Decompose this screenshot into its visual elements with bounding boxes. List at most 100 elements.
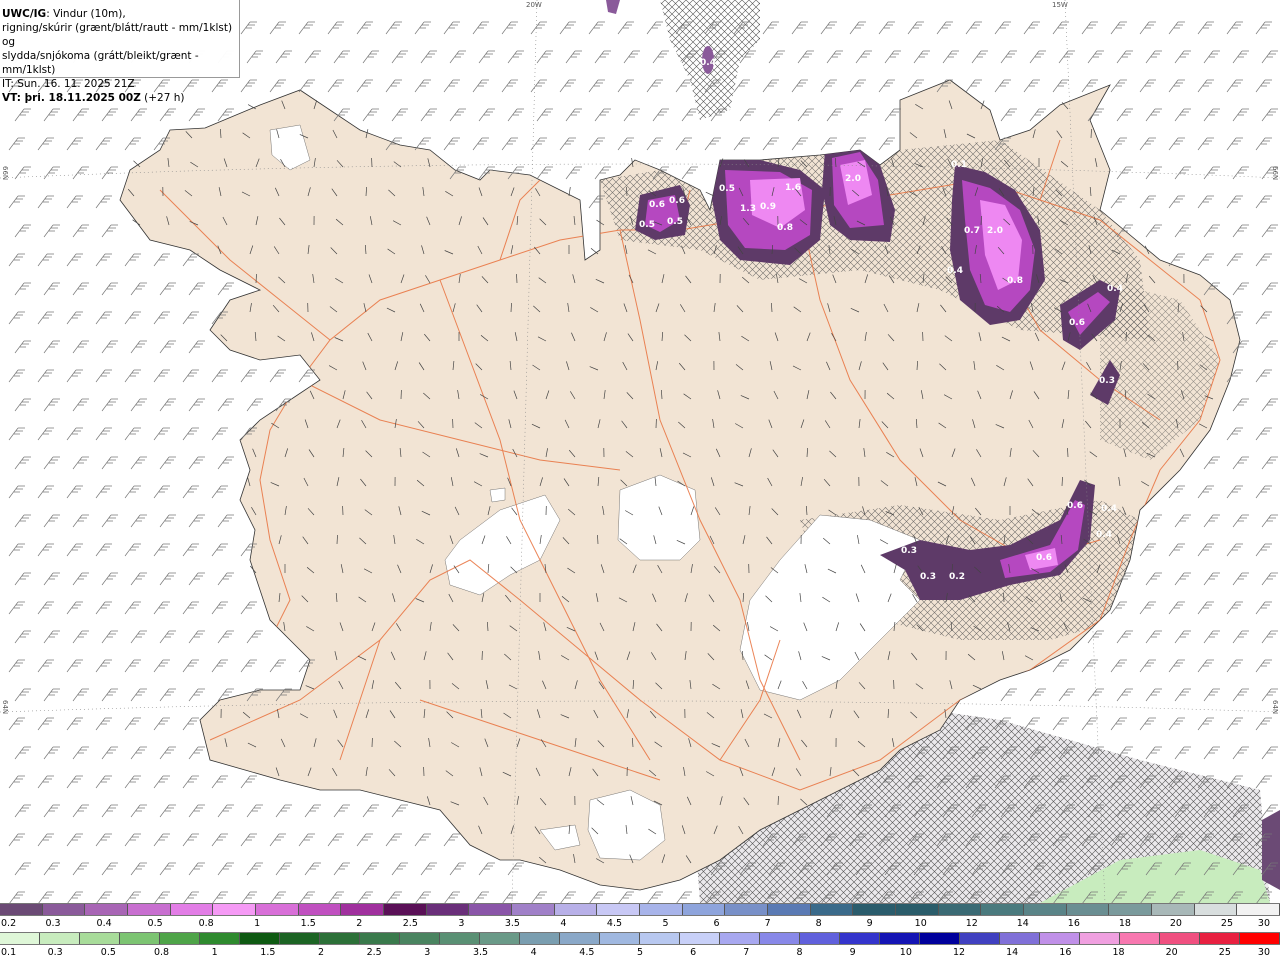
- scale-swatch: [640, 904, 683, 915]
- precip-value-label: 0.4: [1101, 504, 1117, 514]
- forecast-offset: (+27 h): [144, 92, 185, 104]
- scale-swatch: [1120, 933, 1160, 944]
- precip-value-label: 0.8: [777, 223, 793, 233]
- precip-value-label: 0.6: [669, 196, 685, 206]
- scale-label: 1.5: [260, 947, 276, 958]
- scale-label: 4: [560, 918, 567, 929]
- precip-value-label: 0.9: [760, 202, 776, 212]
- scale-label: 18: [1112, 947, 1125, 958]
- wind-barb: [1090, 128, 1092, 139]
- wind-barb: [777, 795, 779, 806]
- snow-color-scale: [0, 903, 1280, 916]
- scale-swatch: [426, 904, 470, 915]
- scale-swatch: [1109, 904, 1153, 915]
- valid-time: VT: þri. 18.11.2025 00Z: [2, 92, 141, 104]
- scale-swatch: [42, 904, 86, 915]
- scale-swatch: [597, 904, 641, 915]
- scale-swatch: [680, 933, 720, 944]
- scale-swatch: [298, 904, 342, 915]
- scale-swatch: [1024, 904, 1067, 915]
- lat-label-64n-right: 64N: [1271, 700, 1279, 715]
- scale-swatch: [554, 904, 598, 915]
- rain-scale-labels: 0.1 0.3 0.5 0.8 1 1.5 2 2.5 3 3.5 4 4.5 5 6 7 8 9 10 12 14 1…: [0, 947, 1280, 959]
- scale-label: 0.5: [147, 918, 163, 929]
- scale-swatch: [1194, 904, 1238, 915]
- scale-label: 14: [1006, 947, 1019, 958]
- scale-swatch: [960, 933, 1000, 944]
- scale-swatch: [640, 933, 680, 944]
- scale-label: 4.5: [606, 918, 623, 929]
- scale-label: 0.1: [1, 947, 17, 958]
- precip-value-label: 0.3: [901, 546, 917, 556]
- scale-swatch: [560, 933, 600, 944]
- scale-swatch: [1040, 933, 1080, 944]
- scale-label: 0.4: [96, 918, 112, 929]
- scale-swatch: [160, 933, 200, 944]
- precip-value-label: 0.5: [639, 220, 655, 230]
- scale-swatch: [40, 933, 80, 944]
- scale-swatch: [0, 933, 40, 944]
- wind-barb: [1061, 476, 1063, 487]
- scale-label: 0.2: [1, 918, 17, 929]
- scale-label: 9: [849, 947, 856, 958]
- title-line-2: rigning/skúrir (grænt/blátt/rautt - mm/1…: [2, 22, 233, 48]
- init-time: IT: Sun. 16. 11. 2025 21Z: [2, 78, 135, 90]
- scale-label: 5: [662, 918, 669, 929]
- title-line-1: UWC/IG: Vindur (10m),: [2, 7, 237, 21]
- scale-swatch: [85, 904, 129, 915]
- scale-label: 12: [952, 947, 966, 958]
- scale-label: 1.5: [300, 918, 316, 929]
- scale-swatch: [440, 933, 480, 944]
- scale-label: 3: [458, 918, 465, 929]
- model-name: UWC/IG: [2, 8, 47, 20]
- title-rest: : Vindur (10m),: [46, 8, 126, 20]
- scale-swatch: [400, 933, 440, 944]
- precip-value-label: 1.6: [785, 183, 801, 193]
- scale-swatch: [360, 933, 400, 944]
- precip-value-label: 2.0: [987, 226, 1003, 236]
- scale-swatch: [384, 904, 427, 915]
- scale-swatch: [981, 904, 1025, 915]
- scale-swatch: [213, 904, 257, 915]
- precip-value-label: 0.4: [947, 266, 963, 276]
- title-line-3: slydda/snjókoma (grátt/bleikt/grænt - mm…: [2, 50, 199, 76]
- precip-value-label: 1.3: [740, 204, 756, 214]
- scale-label: 4: [530, 947, 537, 958]
- scale-label: 9: [866, 918, 873, 929]
- scale-label: 25: [1218, 947, 1231, 958]
- wind-barb: [510, 302, 512, 313]
- lon-label-15w: 15W: [1052, 1, 1068, 9]
- scale-label: 1: [254, 918, 261, 929]
- precip-value-label: 0.1: [951, 160, 967, 170]
- scale-label: 2: [356, 918, 363, 929]
- scale-swatch: [725, 904, 769, 915]
- scale-swatch: [280, 933, 320, 944]
- precip-value-label: 0.4: [1107, 284, 1123, 294]
- scale-swatch: [1200, 933, 1240, 944]
- scale-label: 16: [1059, 947, 1072, 958]
- scale-label: 7: [764, 918, 771, 929]
- wind-barb: [980, 215, 982, 226]
- scale-label: 7: [743, 947, 750, 958]
- scale-label: 8: [796, 947, 803, 958]
- wind-barb: [597, 534, 599, 545]
- scale-swatch: [341, 904, 385, 915]
- scale-swatch: [682, 904, 726, 915]
- scale-swatch: [120, 933, 160, 944]
- scale-swatch: [896, 904, 939, 915]
- precip-value-label: 0.7: [964, 226, 980, 236]
- scale-swatch: [469, 904, 513, 915]
- scale-label: 10: [914, 918, 927, 929]
- wind-barb: [336, 534, 338, 545]
- snow-scale-labels: 0.2 0.3 0.4 0.5 0.8 1 1.5 2 2.5 3 3.5 4 4.5 5 6 7 8 9 10 12…: [0, 918, 1280, 930]
- scale-swatch: [240, 933, 280, 944]
- scale-swatch: [256, 904, 299, 915]
- precip-value-label: 0.4: [1096, 530, 1112, 540]
- scale-label: 0.3: [45, 918, 61, 929]
- precip-value-label: 0.5: [719, 184, 735, 194]
- scale-swatch: [1237, 904, 1280, 915]
- valid-time-line: VT: þri. 18.11.2025 00Z (+27 h): [2, 91, 237, 105]
- scale-swatch: [80, 933, 120, 944]
- precip-value-label: 0.3: [920, 572, 936, 582]
- precip-value-label: 0.6: [649, 200, 665, 210]
